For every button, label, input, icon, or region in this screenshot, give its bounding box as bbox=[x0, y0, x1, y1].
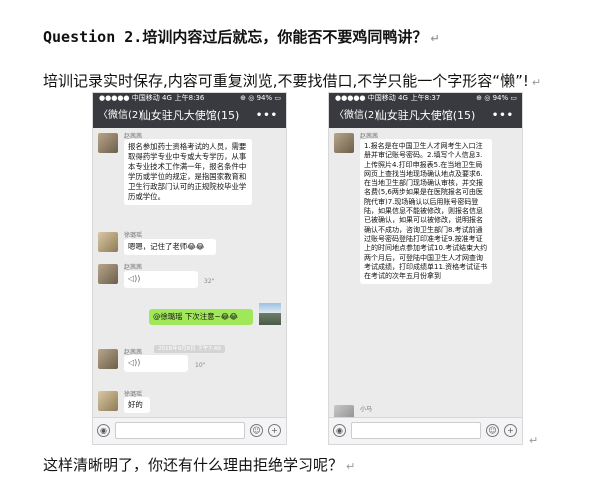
paragraph-1-text: 培训记录实时保存,内容可重复浏览,不要找借口,不学只能一个字形容“懒”! bbox=[43, 72, 529, 90]
paragraph-2: 这样清晰明了，你还有什么理由拒绝学习呢？ ↵ bbox=[43, 454, 355, 475]
question-label: Question 2. bbox=[43, 28, 143, 46]
chat-screenshot-left: ●●●●● 中国移动 4G 上午8:36 ⊕ ◎ 94% ▭ 〈微信(2) 仙女… bbox=[92, 92, 287, 445]
avatar[interactable] bbox=[98, 391, 118, 411]
voice-wave-icon: ◁)) bbox=[128, 274, 141, 283]
avatar[interactable] bbox=[98, 232, 118, 252]
chat-area[interactable]: 赵茜茜 报名参加药士资格考试的人员，需要取得药学专业中专或大专学历，从事本专业技… bbox=[93, 129, 286, 418]
avatar[interactable] bbox=[334, 133, 354, 153]
question-text: 培训内容过后就忘，你能否不要鸡同鸭讲？ bbox=[142, 28, 428, 46]
timestamp-label: 2018年9月8日 下午7:40 bbox=[154, 345, 225, 353]
avatar[interactable] bbox=[98, 133, 118, 153]
voice-input-icon[interactable]: ◉ bbox=[97, 424, 110, 437]
paragraph-1: 培训记录实时保存,内容可重复浏览,不要找借口,不学只能一个字形容“懒”! ↵ bbox=[43, 70, 541, 91]
message-input[interactable] bbox=[351, 422, 481, 439]
paragraph-mark-icon: ↵ bbox=[531, 76, 542, 89]
voice-input-icon[interactable]: ◉ bbox=[333, 424, 346, 437]
sender-name: 徐璐瑶 bbox=[124, 232, 143, 239]
message-bubble[interactable]: 好的 bbox=[124, 397, 150, 413]
chat-area[interactable]: 赵茜茜 1.报名是在中国卫生人才网考生入口注册并审记账号密码。2.填写个人信息3… bbox=[329, 129, 522, 418]
status-bar: ●●●●● 中国移动 4G 上午8:36 ⊕ ◎ 94% ▭ bbox=[93, 93, 286, 104]
voice-duration: 32" bbox=[204, 278, 215, 285]
message-bubble[interactable]: 嗯嗯，记住了老师😂😂 bbox=[124, 239, 216, 255]
battery-status: ⊕ ◎ 94% ▭ bbox=[476, 94, 517, 102]
paragraph-2-text: 这样清晰明了，你还有什么理由拒绝学习呢？ bbox=[43, 456, 344, 474]
timestamp: 2018年9月8日 下午7:40 bbox=[93, 335, 286, 354]
chat-screenshot-right: ●●●●● 中国移动 4G 上午8:37 ⊕ ◎ 94% ▭ 〈微信(2) 仙女… bbox=[328, 92, 523, 445]
sender-name: 赵茜茜 bbox=[124, 264, 143, 271]
more-icon[interactable]: ••• bbox=[256, 104, 278, 128]
message-bubble-outgoing[interactable]: @徐璐瑶 下次注意~😂😂 bbox=[149, 309, 253, 325]
chat-nav-bar: 〈微信(2) 仙女驻凡大使馆(15) ••• bbox=[93, 104, 286, 128]
avatar[interactable] bbox=[98, 349, 118, 369]
emoji-icon[interactable]: ☺ bbox=[250, 424, 263, 437]
chat-input-bar: ◉ ☺ + bbox=[93, 417, 286, 444]
voice-message[interactable]: ◁)) bbox=[124, 271, 198, 288]
question-heading: Question 2.培训内容过后就忘，你能否不要鸡同鸭讲？ ↵ bbox=[43, 26, 440, 47]
more-icon[interactable]: ••• bbox=[492, 104, 514, 128]
message-input[interactable] bbox=[115, 422, 245, 439]
message-bubble[interactable]: 报名参加药士资格考试的人员，需要取得药学专业中专或大专学历，从事本专业技术工作满… bbox=[124, 139, 252, 205]
paragraph-mark-icon: ↵ bbox=[430, 32, 440, 45]
avatar[interactable] bbox=[259, 303, 281, 325]
chat-nav-bar: 〈微信(2) 仙女驻凡大使馆(15) ••• bbox=[329, 104, 522, 128]
voice-wave-icon: ◁)) bbox=[128, 358, 141, 367]
battery-status: ⊕ ◎ 94% ▭ bbox=[240, 94, 281, 102]
add-icon[interactable]: + bbox=[268, 424, 281, 437]
voice-message[interactable]: ◁)) bbox=[124, 355, 188, 372]
status-bar: ●●●●● 中国移动 4G 上午8:37 ⊕ ◎ 94% ▭ bbox=[329, 93, 522, 104]
sender-name: 小马 bbox=[360, 406, 373, 413]
chat-input-bar: ◉ ☺ + bbox=[329, 417, 522, 444]
paragraph-mark-icon: ↵ bbox=[346, 460, 356, 473]
avatar[interactable] bbox=[98, 264, 118, 284]
message-bubble[interactable]: 1.报名是在中国卫生人才网考生入口注册并审记账号密码。2.填写个人信息3.上传照… bbox=[360, 139, 492, 285]
voice-duration: 10" bbox=[195, 362, 206, 369]
paragraph-mark-icon: ↵ bbox=[529, 434, 539, 447]
emoji-icon[interactable]: ☺ bbox=[486, 424, 499, 437]
add-icon[interactable]: + bbox=[504, 424, 517, 437]
